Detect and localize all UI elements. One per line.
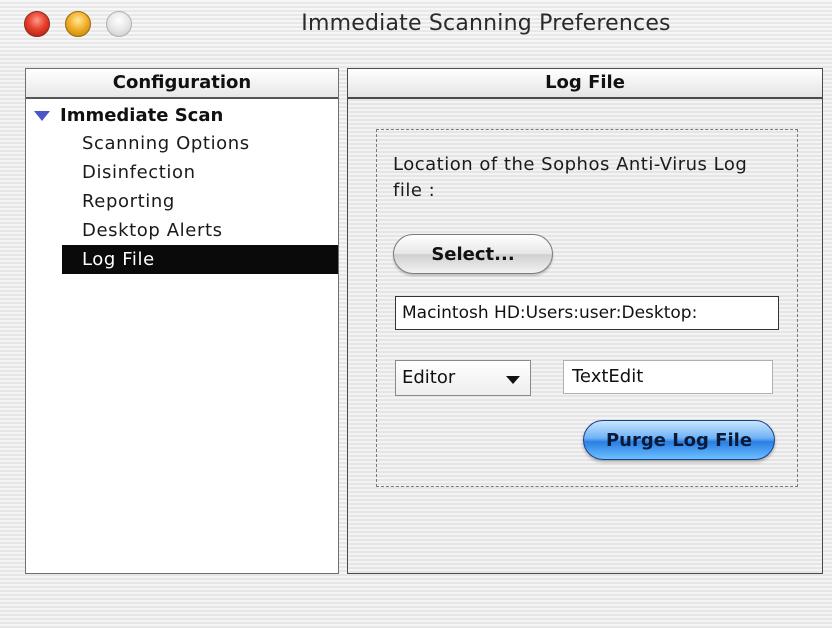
location-label: Location of the Sophos Anti-Virus Log fi… [393,154,748,201]
editor-popup-label: Editor [402,367,456,388]
editor-popup[interactable]: Editor [395,360,531,396]
log-file-header: Log File [348,69,822,99]
tree-item-scanning-options[interactable]: Scanning Options [62,129,338,158]
tree-parent-label: Immediate Scan [60,105,224,126]
chevron-down-icon [506,376,520,384]
title-bar[interactable]: Immediate Scanning Preferences [0,0,832,52]
configuration-panel: Configuration Immediate Scan Scanning Op… [25,68,339,574]
log-file-group-box: Location of the Sophos Anti-Virus Log fi… [376,129,798,487]
close-icon[interactable] [24,11,50,37]
tree-item-log-file[interactable]: Log File [62,245,338,274]
purge-log-file-button[interactable]: Purge Log File [583,420,775,460]
tree-item-reporting[interactable]: Reporting [62,187,338,216]
minimize-icon[interactable] [65,11,91,37]
window-title: Immediate Scanning Preferences [301,11,671,36]
log-path-field[interactable]: Macintosh HD:Users:user:Desktop: [395,296,779,330]
editor-app-field[interactable]: TextEdit [563,360,773,394]
tree-item-desktop-alerts[interactable]: Desktop Alerts [62,216,338,245]
select-button[interactable]: Select... [393,234,553,274]
preferences-window: Immediate Scanning Preferences Configura… [0,0,832,628]
disclosure-triangle-icon[interactable] [34,111,50,121]
log-file-panel: Log File Location of the Sophos Anti-Vir… [347,68,823,574]
tree-parent-immediate-scan[interactable]: Immediate Scan [34,103,223,129]
zoom-icon[interactable] [106,11,132,37]
configuration-header: Configuration [26,69,338,99]
tree-items: Scanning Options Disinfection Reporting … [62,129,338,274]
tree-item-disinfection[interactable]: Disinfection [62,158,338,187]
